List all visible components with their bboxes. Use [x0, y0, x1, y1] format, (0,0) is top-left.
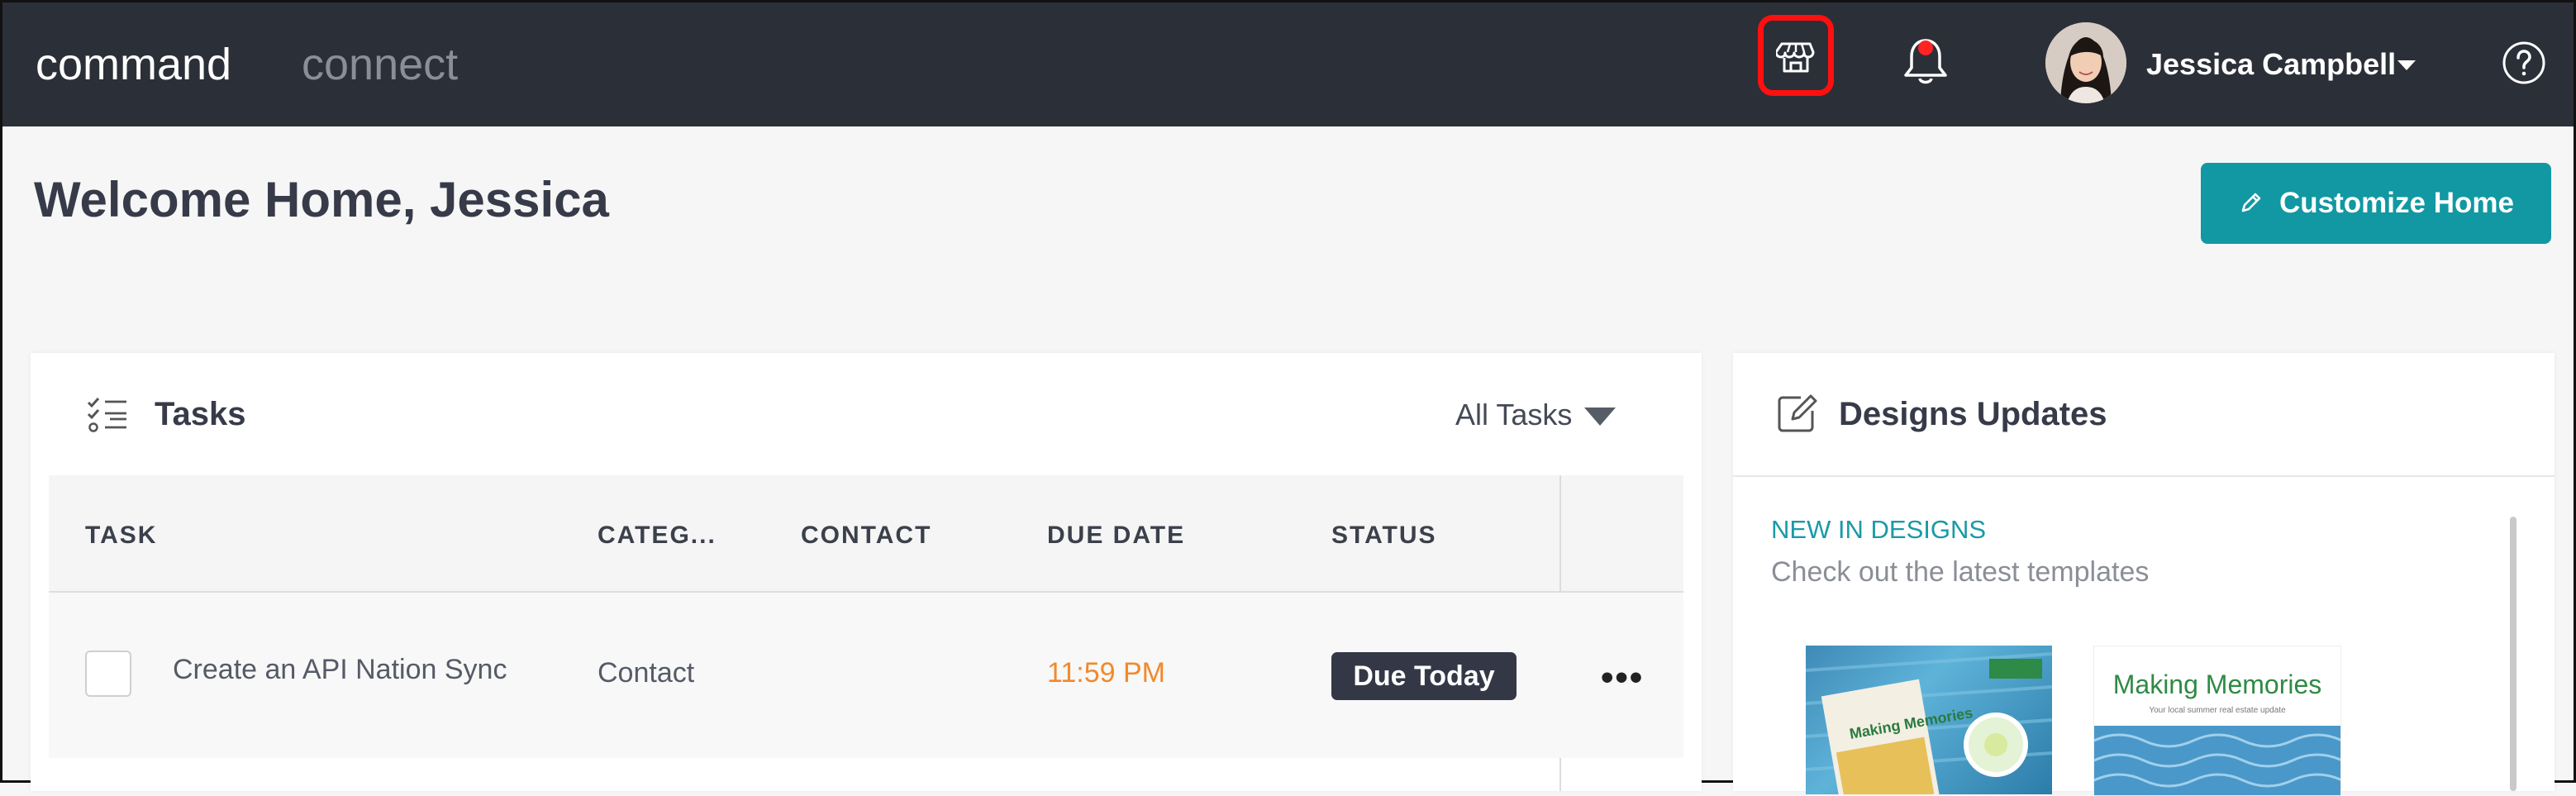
column-header-task[interactable]: TASK	[85, 522, 157, 550]
task-due-time: 11:59 PM	[1047, 657, 1166, 689]
scrollbar[interactable]	[2510, 517, 2516, 791]
thumbnail-subtitle: Your local summer real estate update	[2149, 706, 2286, 715]
page-title: Welcome Home, Jessica	[34, 172, 609, 227]
marketplace-button[interactable]	[1758, 15, 1834, 96]
column-header-status[interactable]: STATUS	[1331, 522, 1437, 550]
edit-square-icon	[1778, 394, 1817, 432]
new-in-designs-subtitle: Check out the latest templates	[1771, 556, 2150, 588]
brand-command[interactable]: command	[36, 39, 231, 90]
task-category: Contact	[598, 657, 695, 689]
status-badge: Due Today	[1331, 652, 1517, 700]
user-name[interactable]: Jessica Campbell	[2146, 47, 2396, 82]
customize-home-button[interactable]: Customize Home	[2201, 163, 2551, 244]
column-header-category[interactable]: CATEG...	[598, 522, 717, 550]
template-thumbnail[interactable]: Making Memories	[1806, 646, 2052, 794]
task-name[interactable]: Create an API Nation Sync	[173, 654, 507, 686]
brand-connect[interactable]: connect	[302, 39, 458, 90]
new-in-designs-label: NEW IN DESIGNS	[1771, 515, 1987, 544]
tasks-title: Tasks	[155, 396, 246, 432]
template-thumbnail[interactable]: Making Memories Your local summer real e…	[2093, 646, 2341, 796]
designs-title: Designs Updates	[1839, 396, 2107, 432]
chevron-down-icon[interactable]	[2397, 60, 2416, 70]
avatar[interactable]	[2045, 22, 2126, 103]
tasks-filter-dropdown[interactable]: All Tasks	[1455, 398, 1572, 432]
task-checkbox[interactable]	[85, 651, 131, 697]
column-header-due-date[interactable]: DUE DATE	[1047, 522, 1185, 550]
tasks-card: Tasks All Tasks TASK CATEG... CONTACT DU…	[31, 353, 1702, 791]
caret-down-icon[interactable]	[1584, 408, 1616, 426]
notification-dot	[1918, 41, 1933, 55]
divider	[1733, 475, 2555, 477]
designs-updates-card: Designs Updates NEW IN DESIGNS Check out…	[1733, 353, 2555, 796]
more-options-icon[interactable]: •••	[1601, 657, 1644, 698]
help-icon[interactable]	[2502, 41, 2546, 85]
customize-home-label: Customize Home	[2279, 187, 2514, 219]
thumbnail-title: Making Memories	[2112, 670, 2322, 699]
task-list-icon	[87, 398, 126, 432]
column-header-contact[interactable]: CONTACT	[801, 522, 931, 550]
top-navigation-bar: command connect Jessica Campbell	[2, 2, 2574, 126]
pencil-icon	[2241, 193, 2261, 212]
storefront-icon	[1776, 42, 1815, 73]
